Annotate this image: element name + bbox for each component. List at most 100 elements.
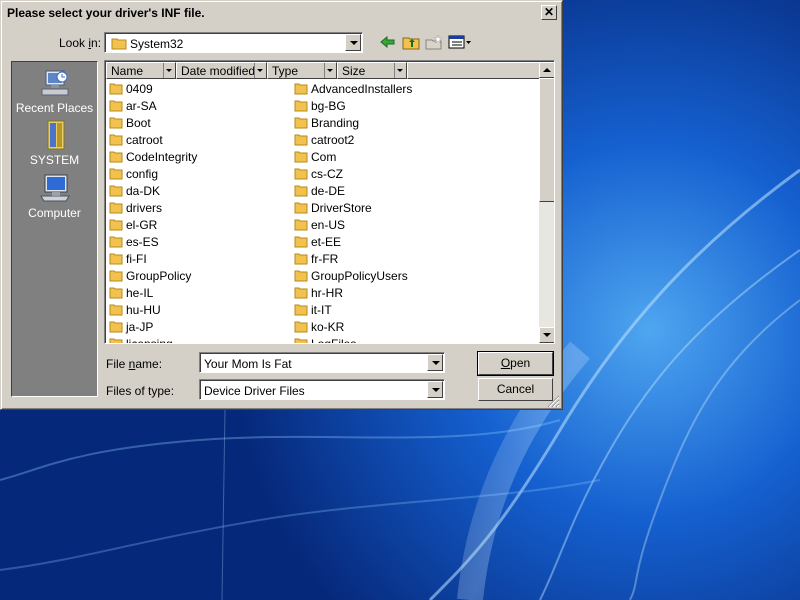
- folder-name: drivers: [126, 201, 163, 215]
- folder-icon: [294, 100, 308, 112]
- new-folder-icon[interactable]: [425, 34, 443, 50]
- folder-icon: [294, 202, 308, 214]
- cancel-button[interactable]: Cancel: [478, 378, 553, 401]
- filename-dropdown-button[interactable]: [427, 354, 443, 371]
- folder-name: ko-KR: [311, 320, 345, 334]
- column-name[interactable]: Name: [106, 62, 176, 79]
- folder-name: el-GR: [126, 218, 158, 232]
- scroll-down-button[interactable]: [539, 327, 554, 343]
- column-dropdown-icon[interactable]: [163, 63, 175, 78]
- view-menu-icon[interactable]: [448, 34, 472, 50]
- folder-icon: [109, 321, 123, 333]
- file-list[interactable]: Name Date modified Type Size 0409 ar-SA Bo…: [104, 60, 555, 344]
- open-button[interactable]: Open: [477, 351, 554, 376]
- folder-icon: [109, 236, 123, 248]
- folder-icon: [294, 321, 308, 333]
- folder-icon: [109, 117, 123, 129]
- folder-icon: [294, 151, 308, 163]
- folder-name: config: [126, 167, 159, 181]
- filename-input[interactable]: Your Mom Is Fat: [199, 352, 445, 373]
- place-label: Computer: [28, 206, 81, 220]
- folder-name: bg-BG: [311, 99, 346, 113]
- folder-icon: [109, 151, 123, 163]
- open-label: pen: [510, 356, 531, 370]
- folder-name: fr-FR: [311, 252, 339, 266]
- column-filler: [407, 62, 540, 79]
- folder-name: he-IL: [126, 286, 154, 300]
- column-dropdown-icon[interactable]: [394, 63, 406, 78]
- folder-icon: [294, 117, 308, 129]
- folder-name: de-DE: [311, 184, 346, 198]
- folder-name: AdvancedInstallers: [311, 82, 413, 96]
- place-computer[interactable]: Computer: [12, 172, 97, 220]
- filename-value: Your Mom Is Fat: [204, 357, 292, 371]
- resize-grip-icon[interactable]: [546, 394, 560, 408]
- place-recent-places[interactable]: Recent Places: [12, 67, 97, 115]
- folder-name: hr-HR: [311, 286, 343, 300]
- folder-name: GroupPolicyUsers: [311, 269, 408, 283]
- title-bar[interactable]: Please select your driver's INF file. ✕: [3, 3, 560, 23]
- column-label: Date modified: [181, 64, 256, 78]
- folder-icon: [294, 134, 308, 146]
- folder-name: cs-CZ: [311, 167, 343, 181]
- filename-label-post: ame:: [135, 357, 163, 371]
- user-folder-icon: [47, 120, 64, 150]
- folder-icon: [294, 287, 308, 299]
- vertical-scrollbar[interactable]: [539, 62, 554, 343]
- lookin-dropdown[interactable]: System32: [104, 32, 363, 53]
- folder-icon: [109, 304, 123, 316]
- folder-icon: [294, 219, 308, 231]
- folder-icon: [109, 287, 123, 299]
- up-folder-icon[interactable]: [402, 34, 420, 50]
- place-system[interactable]: SYSTEM: [12, 119, 97, 167]
- column-size[interactable]: Size: [337, 62, 407, 79]
- lookin-label-post: n:: [91, 36, 102, 50]
- folder-name: ar-SA: [126, 99, 157, 113]
- back-icon[interactable]: [379, 34, 397, 50]
- folder-name: LogFiles: [311, 337, 357, 344]
- folder-icon: [109, 100, 123, 112]
- filetype-value: Device Driver Files: [204, 384, 305, 398]
- folder-icon: [294, 338, 308, 343]
- open-accel: O: [500, 356, 511, 370]
- folder-icon: [109, 185, 123, 197]
- column-label: Size: [342, 64, 366, 78]
- lookin-dropdown-button[interactable]: [345, 34, 361, 51]
- folder-name: licensing: [126, 337, 173, 344]
- file-open-dialog: Please select your driver's INF file. ✕ …: [0, 0, 563, 410]
- folder-icon: [294, 270, 308, 282]
- computer-icon: [39, 174, 70, 202]
- folder-name: catroot2: [311, 133, 355, 147]
- filetype-dropdown[interactable]: Device Driver Files: [199, 379, 445, 400]
- column-label: Type: [272, 64, 299, 78]
- scroll-thumb[interactable]: [539, 78, 554, 202]
- column-dropdown-icon[interactable]: [254, 63, 266, 78]
- folder-name: et-EE: [311, 235, 342, 249]
- column-dropdown-icon[interactable]: [324, 63, 336, 78]
- folder-icon: [109, 270, 123, 282]
- lookin-label: Look in:: [59, 36, 101, 50]
- folder-name: Boot: [126, 116, 151, 130]
- column-type[interactable]: Type: [267, 62, 337, 79]
- folder-name: Branding: [311, 116, 360, 130]
- column-date-modified[interactable]: Date modified: [176, 62, 267, 79]
- column-label: Name: [111, 64, 144, 78]
- scroll-up-button[interactable]: [539, 62, 554, 78]
- filename-label-pre: File: [106, 357, 129, 371]
- folder-icon: [294, 253, 308, 265]
- folder-name: catroot: [126, 133, 163, 147]
- folder-name: 0409: [126, 82, 153, 96]
- filetype-dropdown-button[interactable]: [427, 381, 443, 398]
- folder-icon: [109, 202, 123, 214]
- folder-name: Com: [311, 150, 337, 164]
- close-button[interactable]: ✕: [541, 5, 557, 20]
- folder-name: GroupPolicy: [126, 269, 192, 283]
- lookin-value: System32: [130, 37, 184, 51]
- place-label: Recent Places: [15, 101, 94, 115]
- folder-icon: [109, 338, 123, 343]
- folder-icon: [109, 253, 123, 265]
- folder-name: ja-JP: [126, 320, 154, 334]
- folder-icon: [294, 83, 308, 95]
- folder-icon: [109, 83, 123, 95]
- folder-icon: [294, 185, 308, 197]
